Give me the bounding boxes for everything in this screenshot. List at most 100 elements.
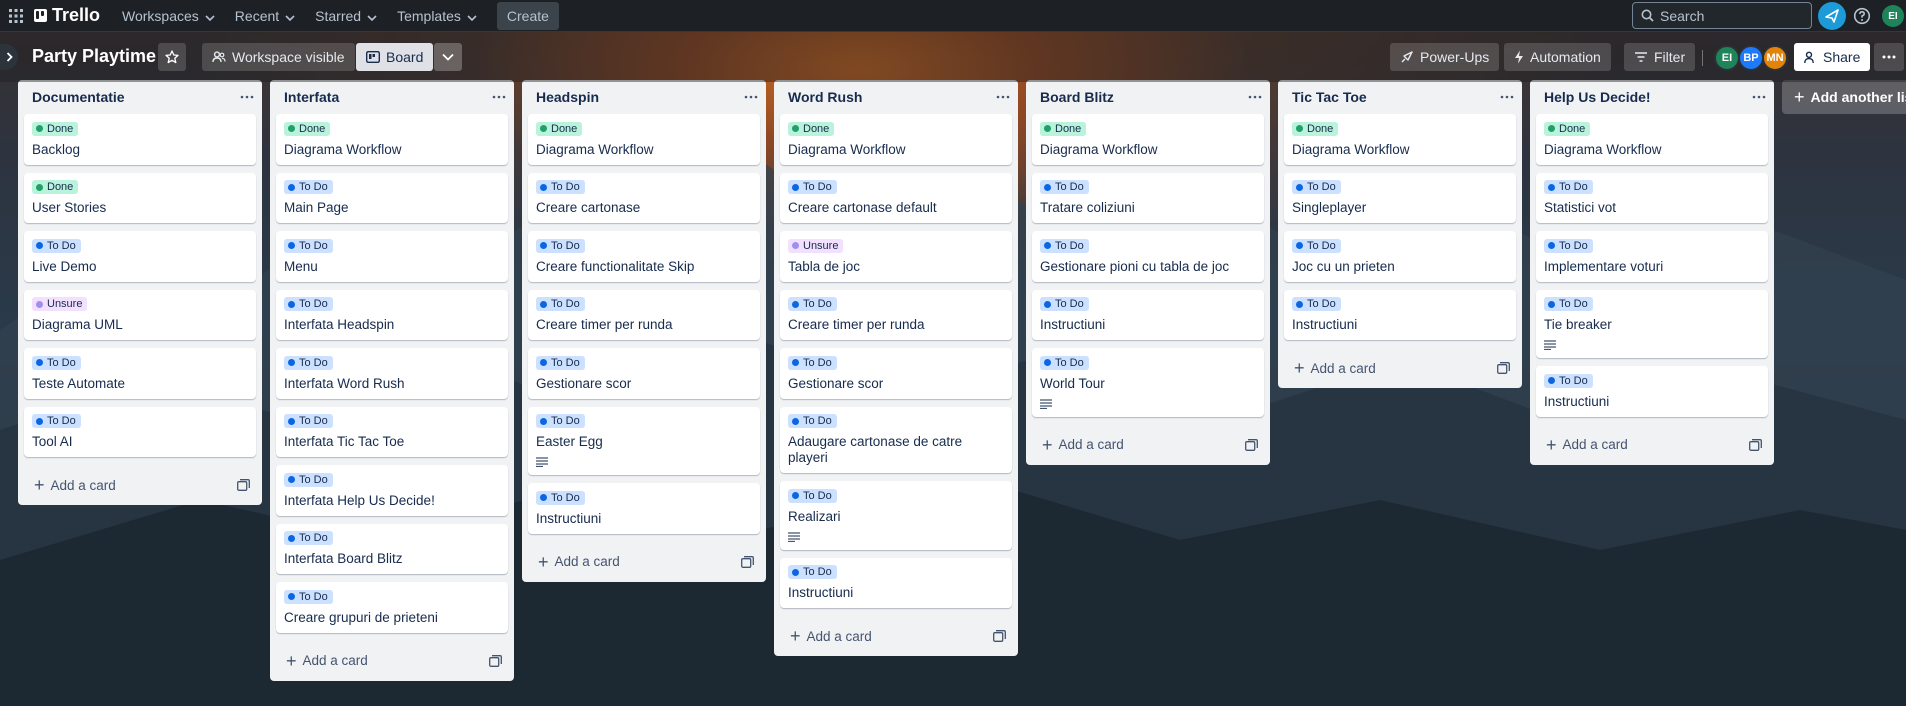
card-label-done[interactable]: Done	[284, 121, 331, 136]
card[interactable]: To Do Creare timer per runda	[528, 289, 760, 340]
nav-workspaces[interactable]: Workspaces	[114, 0, 223, 32]
card[interactable]: To Do Creare functionalitate Skip	[528, 231, 760, 282]
card[interactable]: To Do Creare cartonase	[528, 172, 760, 223]
list-actions-icon[interactable]	[1248, 95, 1262, 99]
card-label-todo[interactable]: To Do	[1292, 238, 1341, 253]
list-title[interactable]: Word Rush	[788, 89, 862, 105]
card-label-todo[interactable]: To Do	[284, 238, 333, 253]
card-label-todo[interactable]: To Do	[1040, 297, 1089, 311]
card[interactable]: To Do Tratare coliziuni	[1032, 172, 1264, 223]
card-label-todo[interactable]: To Do	[284, 355, 333, 370]
list-title[interactable]: Tic Tac Toe	[1292, 89, 1367, 105]
card-label-todo[interactable]: To Do	[32, 238, 81, 253]
notifications-icon[interactable]	[1818, 2, 1846, 30]
card-label-todo[interactable]: To Do	[1292, 180, 1341, 194]
card-label-todo[interactable]: To Do	[536, 238, 585, 253]
list-header[interactable]: Tic Tac Toe	[1278, 80, 1522, 114]
card-label-todo[interactable]: To Do	[32, 414, 81, 428]
card-template-icon[interactable]	[741, 555, 754, 568]
share-button[interactable]: Share	[1794, 43, 1871, 71]
card[interactable]: To Do Realizari	[780, 481, 1012, 550]
card[interactable]: To Do Interfata Help Us Decide!	[276, 465, 508, 516]
sidebar-expand-button[interactable]	[0, 44, 18, 70]
card[interactable]: To Do Instructiuni	[780, 557, 1012, 608]
card-label-todo[interactable]: To Do	[1040, 180, 1089, 194]
card[interactable]: Unsure Diagrama UML	[24, 289, 256, 340]
card[interactable]: To Do Interfata Board Blitz	[276, 523, 508, 574]
card-template-icon[interactable]	[1497, 362, 1510, 374]
card-label-unsure[interactable]: Unsure	[32, 297, 88, 311]
add-list-button[interactable]: + Add another list	[1782, 80, 1906, 114]
card[interactable]: Unsure Tabla de joc	[780, 231, 1012, 282]
card-label-todo[interactable]: To Do	[536, 490, 585, 505]
trello-logo[interactable]: Trello	[34, 5, 100, 26]
create-button[interactable]: Create	[496, 1, 559, 30]
add-card-button[interactable]: + Add a card	[1294, 359, 1376, 377]
card[interactable]: To Do Gestionare pioni cu tabla de joc	[1032, 231, 1264, 282]
card-label-done[interactable]: Done	[32, 180, 79, 194]
add-card-button[interactable]: + Add a card	[1042, 436, 1124, 454]
card-label-todo[interactable]: To Do	[788, 565, 837, 579]
card[interactable]: To Do Creare timer per runda	[780, 289, 1012, 340]
card[interactable]: To Do Creare grupuri de prieteni	[276, 582, 508, 633]
card-label-done[interactable]: Done	[1292, 121, 1339, 136]
list-actions-icon[interactable]	[1500, 95, 1514, 99]
card[interactable]: To Do Main Page	[276, 172, 508, 223]
filter-button[interactable]: Filter	[1624, 43, 1696, 71]
nav-starred[interactable]: Starred	[307, 0, 385, 32]
automation-button[interactable]: Automation	[1504, 43, 1611, 71]
nav-templates[interactable]: Templates	[389, 0, 485, 32]
list-title[interactable]: Headspin	[536, 89, 599, 105]
card-label-todo[interactable]: To Do	[1544, 180, 1593, 194]
card-label-todo[interactable]: To Do	[788, 297, 837, 311]
search-input[interactable]: Search	[1632, 2, 1812, 29]
list-header[interactable]: Help Us Decide!	[1530, 80, 1774, 114]
list-header[interactable]: Board Blitz	[1026, 80, 1270, 114]
list-title[interactable]: Board Blitz	[1040, 89, 1114, 105]
list-title[interactable]: Interfata	[284, 89, 339, 105]
card-label-todo[interactable]: To Do	[536, 180, 585, 194]
list-title[interactable]: Help Us Decide!	[1544, 89, 1651, 105]
card[interactable]: To Do Interfata Headspin	[276, 289, 508, 340]
card-label-todo[interactable]: To Do	[284, 531, 333, 545]
card-label-todo[interactable]: To Do	[536, 297, 585, 311]
more-options-button[interactable]	[1874, 43, 1904, 71]
card[interactable]: To Do Tool AI	[24, 406, 256, 457]
card-label-todo[interactable]: To Do	[1544, 297, 1593, 311]
card-label-done[interactable]: Done	[536, 121, 583, 136]
card[interactable]: To Do Adaugare cartonase de catre playeri	[780, 406, 1012, 473]
card[interactable]: To Do Instructiuni	[1284, 289, 1516, 340]
add-card-button[interactable]: + Add a card	[286, 652, 368, 670]
card[interactable]: To Do Gestionare scor	[780, 348, 1012, 399]
member-avatar[interactable]: EI	[1714, 45, 1740, 71]
card-label-todo[interactable]: To Do	[536, 414, 585, 428]
card[interactable]: To Do Gestionare scor	[528, 348, 760, 399]
card-label-todo[interactable]: To Do	[284, 414, 333, 428]
card-label-todo[interactable]: To Do	[284, 180, 333, 194]
card[interactable]: Done User Stories	[24, 172, 256, 223]
list-actions-icon[interactable]	[1752, 95, 1766, 99]
card[interactable]: To Do Joc cu un prieten	[1284, 231, 1516, 282]
add-card-button[interactable]: + Add a card	[1546, 436, 1628, 454]
card-label-todo[interactable]: To Do	[284, 297, 333, 311]
add-card-button[interactable]: + Add a card	[790, 627, 872, 645]
card[interactable]: To Do Menu	[276, 231, 508, 282]
card-label-todo[interactable]: To Do	[284, 589, 333, 604]
card-label-todo[interactable]: To Do	[536, 355, 585, 370]
card[interactable]: To Do Creare cartonase default	[780, 172, 1012, 223]
list-header[interactable]: Word Rush	[774, 80, 1018, 114]
list-actions-icon[interactable]	[996, 95, 1010, 99]
power-ups-button[interactable]: Power-Ups	[1390, 43, 1500, 71]
card[interactable]: To Do Implementare voturi	[1536, 231, 1768, 282]
card-label-todo[interactable]: To Do	[1292, 297, 1341, 311]
list-actions-icon[interactable]	[240, 95, 254, 99]
card-label-done[interactable]: Done	[1040, 121, 1087, 136]
card[interactable]: To Do Live Demo	[24, 231, 256, 282]
card[interactable]: Done Backlog	[24, 114, 256, 165]
card-label-todo[interactable]: To Do	[788, 180, 837, 194]
app-switcher-icon[interactable]	[4, 4, 28, 28]
card-template-icon[interactable]	[993, 630, 1006, 642]
card-label-todo[interactable]: To Do	[1544, 238, 1593, 253]
card-label-done[interactable]: Done	[1544, 121, 1591, 136]
card[interactable]: To Do Instructiuni	[1536, 366, 1768, 417]
